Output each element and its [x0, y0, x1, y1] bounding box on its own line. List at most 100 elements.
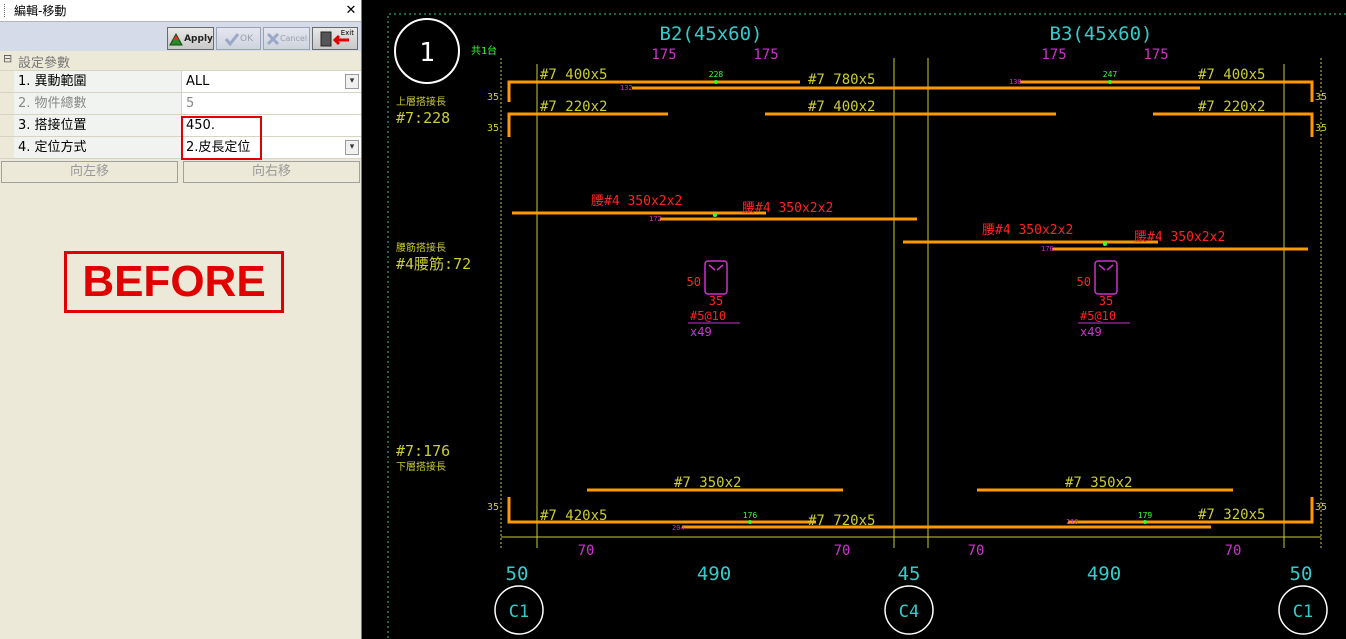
dim-label: 175: [1041, 47, 1066, 63]
cancel-label: Cancel: [279, 34, 308, 43]
dim-label: 70: [968, 543, 985, 559]
canvas-background: [368, 0, 1346, 639]
chevron-down-icon[interactable]: ▾: [345, 74, 359, 89]
span-dim: 490: [1087, 563, 1121, 585]
dim-label: 70: [1225, 543, 1242, 559]
panel-toolbar: Apply OK Cancel Exit: [0, 22, 361, 53]
span-dim: 50: [1290, 563, 1313, 585]
dim-label: 175: [753, 47, 778, 63]
end-35: 35: [487, 123, 499, 134]
dim-label: 70: [834, 543, 851, 559]
lap-mark: 179: [1138, 511, 1153, 520]
lap-mark: 210: [1066, 518, 1079, 526]
dim-label: 175: [1143, 47, 1168, 63]
waist-lap-label: 腰筋搭接長: [396, 241, 446, 254]
column-tag: C1: [1293, 602, 1313, 622]
stirrup-spec: #5@10: [1080, 309, 1116, 323]
dim-label: 70: [578, 543, 595, 559]
chevron-down-icon[interactable]: ▾: [345, 140, 359, 155]
lap-mark: 130: [1009, 78, 1022, 86]
bottom-lap-label: 下層搭接長: [396, 460, 446, 473]
lap-point: [713, 213, 717, 217]
detail-number: 1: [419, 38, 435, 68]
lap-mark: 228: [709, 70, 724, 79]
lap-mark: 172: [649, 215, 662, 223]
stirrup-height: 50: [687, 275, 701, 289]
count-label: 共1台: [471, 44, 497, 57]
end-35: 35: [1315, 502, 1327, 513]
object-count-value: 5: [182, 93, 361, 114]
waist-label: 腰#4 350x2x2: [1134, 230, 1225, 245]
column-tag: C4: [899, 602, 919, 622]
close-button[interactable]: ✕: [341, 3, 361, 18]
rebar-label: #7 350x2: [674, 475, 741, 491]
row-change-range[interactable]: 1. 異動範圍 ALL ▾: [0, 71, 361, 93]
before-stamp: BEFORE: [64, 251, 284, 313]
cancel-x-icon: [266, 32, 279, 45]
rebar-label: #7 350x2: [1065, 475, 1132, 491]
waist-label: 腰#4 350x2x2: [591, 194, 682, 209]
highlight-box: [181, 116, 262, 160]
panel-titlebar: 編輯-移動 ✕: [0, 0, 361, 22]
lap-mark: 176: [743, 511, 758, 520]
stirrup-spec: #5@10: [690, 309, 726, 323]
apply-icon: [169, 32, 183, 45]
end-35: 35: [1315, 123, 1327, 134]
rebar-label: #7 780x5: [808, 72, 875, 88]
stirrup-count: x49: [1080, 325, 1102, 339]
lap-point: [1103, 242, 1107, 246]
exit-label: Exit: [340, 29, 354, 37]
rebar-label: #7 400x5: [540, 67, 607, 83]
cancel-button[interactable]: Cancel: [263, 27, 310, 50]
end-35: 35: [487, 502, 499, 513]
column-tag: C1: [509, 602, 529, 622]
lap-point: [1108, 80, 1112, 84]
stirrup-count: x49: [690, 325, 712, 339]
lap-point: [1143, 520, 1147, 524]
row-label: 3. 搭接位置: [14, 115, 182, 136]
apply-label: Apply: [184, 33, 213, 44]
waist-label: 腰#4 350x2x2: [982, 223, 1073, 238]
check-icon: [224, 32, 240, 46]
lap-mark: 132: [620, 84, 633, 92]
panel-title: 編輯-移動: [14, 4, 67, 18]
stirrup-width: 35: [709, 294, 723, 308]
beam-title-b2: B2(45x60): [660, 23, 763, 45]
category-label: 設定參數: [18, 56, 71, 71]
move-right-button[interactable]: 向右移: [183, 161, 360, 183]
waist-lap-value: #4腰筋:72: [396, 255, 471, 273]
change-range-select[interactable]: ALL: [182, 71, 361, 92]
lap-mark: 204: [672, 524, 685, 532]
exit-button[interactable]: Exit: [312, 27, 358, 50]
rebar-label: #7 400x5: [1198, 67, 1265, 83]
waist-label: 腰#4 350x2x2: [742, 201, 833, 216]
top-lap-label: 上層搭接長: [396, 95, 446, 108]
row-label: 1. 異動範圍: [14, 71, 182, 92]
end-35: 35: [487, 92, 499, 103]
rebar-label: #7 320x5: [1198, 507, 1265, 523]
move-left-button[interactable]: 向左移: [1, 161, 178, 183]
span-dim: 50: [506, 563, 529, 585]
rebar-label: #7 220x2: [540, 99, 607, 115]
collapse-icon[interactable]: ⊟: [3, 52, 12, 65]
edit-move-panel: 編輯-移動 ✕ Apply OK Cancel Exit ⊟ 設定參數 1. 異…: [0, 0, 362, 639]
rebar-label: #7 220x2: [1198, 99, 1265, 115]
lap-point: [748, 520, 752, 524]
stirrup-height: 50: [1077, 275, 1091, 289]
lap-point: [714, 80, 718, 84]
category-settings[interactable]: ⊟ 設定參數: [0, 51, 361, 71]
grip-icon[interactable]: [4, 4, 10, 17]
row-label: 4. 定位方式: [14, 137, 182, 158]
rebar-label: #7 720x5: [808, 513, 875, 529]
rebar-label: #7 400x2: [808, 99, 875, 115]
rebar-label: #7 420x5: [540, 508, 607, 524]
ok-button[interactable]: OK: [216, 27, 261, 50]
span-dim: 490: [697, 563, 731, 585]
row-label: 2. 物件總數: [14, 93, 182, 114]
beam-title-b3: B3(45x60): [1050, 23, 1153, 45]
apply-button[interactable]: Apply: [167, 27, 214, 50]
end-35: 35: [1315, 92, 1327, 103]
row-object-count: 2. 物件總數 5: [0, 93, 361, 115]
cad-drawing-canvas[interactable]: 1 共1台 B2(45x60) B3(45x60) 175 175 175 17…: [368, 0, 1346, 639]
bottom-lap-value: #7:176: [396, 442, 450, 460]
